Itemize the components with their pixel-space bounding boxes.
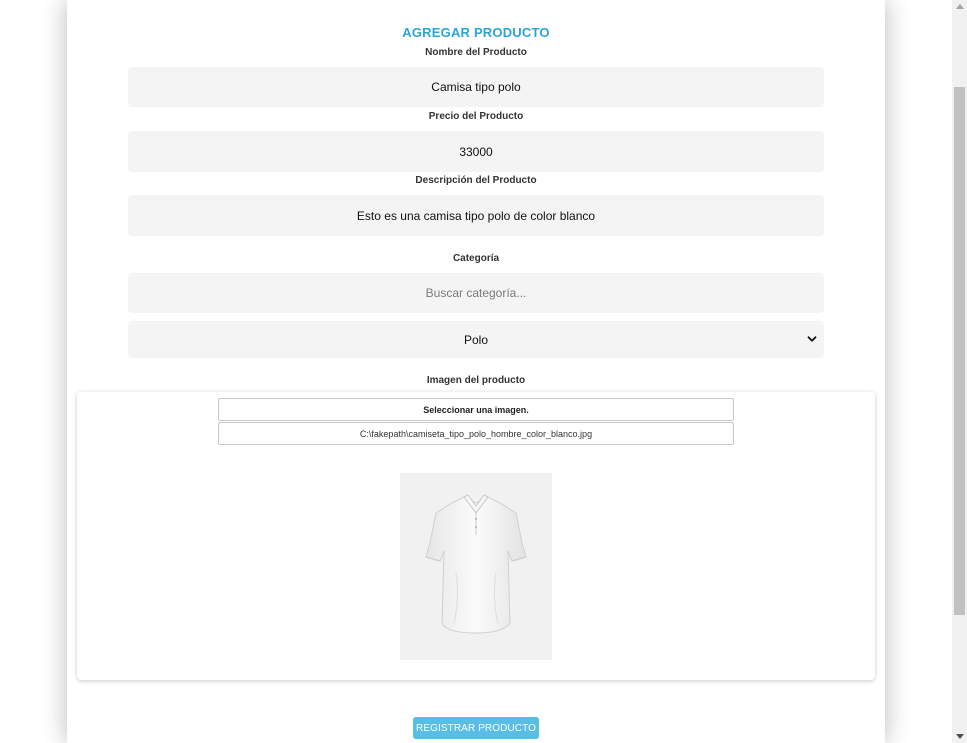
product-price-label: Precio del Producto <box>428 111 524 122</box>
polo-shirt-image <box>425 494 527 634</box>
category-search-input[interactable]: Buscar categoría... <box>128 273 824 313</box>
scrollbar-thumb[interactable] <box>954 87 965 615</box>
product-price-input[interactable]: 33000 <box>128 131 824 172</box>
category-label: Categoría <box>452 253 500 264</box>
product-description-label: Descripción del Producto <box>415 175 537 186</box>
vertical-scrollbar[interactable] <box>952 0 967 743</box>
form-title: AGREGAR PRODUCTO <box>402 25 550 40</box>
category-select[interactable]: Polo <box>128 321 824 358</box>
product-image-preview <box>400 473 552 660</box>
scroll-down-arrow-icon[interactable] <box>956 734 964 739</box>
category-select-value: Polo <box>463 332 489 347</box>
product-image-label: Imagen del producto <box>426 375 526 386</box>
product-name-label: Nombre del Producto <box>425 47 527 58</box>
add-product-form: AGREGAR PRODUCTO Nombre del Producto Cam… <box>67 0 885 743</box>
register-product-button[interactable]: REGISTRAR PRODUCTO <box>413 717 539 739</box>
scroll-up-arrow-icon[interactable] <box>956 4 964 9</box>
selected-file-path: C:\fakepath\camiseta_tipo_polo_hombre_co… <box>218 422 734 445</box>
product-name-input[interactable]: Camisa tipo polo <box>128 67 824 107</box>
select-image-button[interactable]: Seleccionar una imagen. <box>218 398 734 421</box>
chevron-down-icon <box>807 336 817 342</box>
page: AGREGAR PRODUCTO Nombre del Producto Cam… <box>0 0 967 743</box>
product-description-input[interactable]: Esto es una camisa tipo polo de color bl… <box>128 195 824 236</box>
image-upload-panel: Seleccionar una imagen. C:\fakepath\cami… <box>77 392 875 680</box>
